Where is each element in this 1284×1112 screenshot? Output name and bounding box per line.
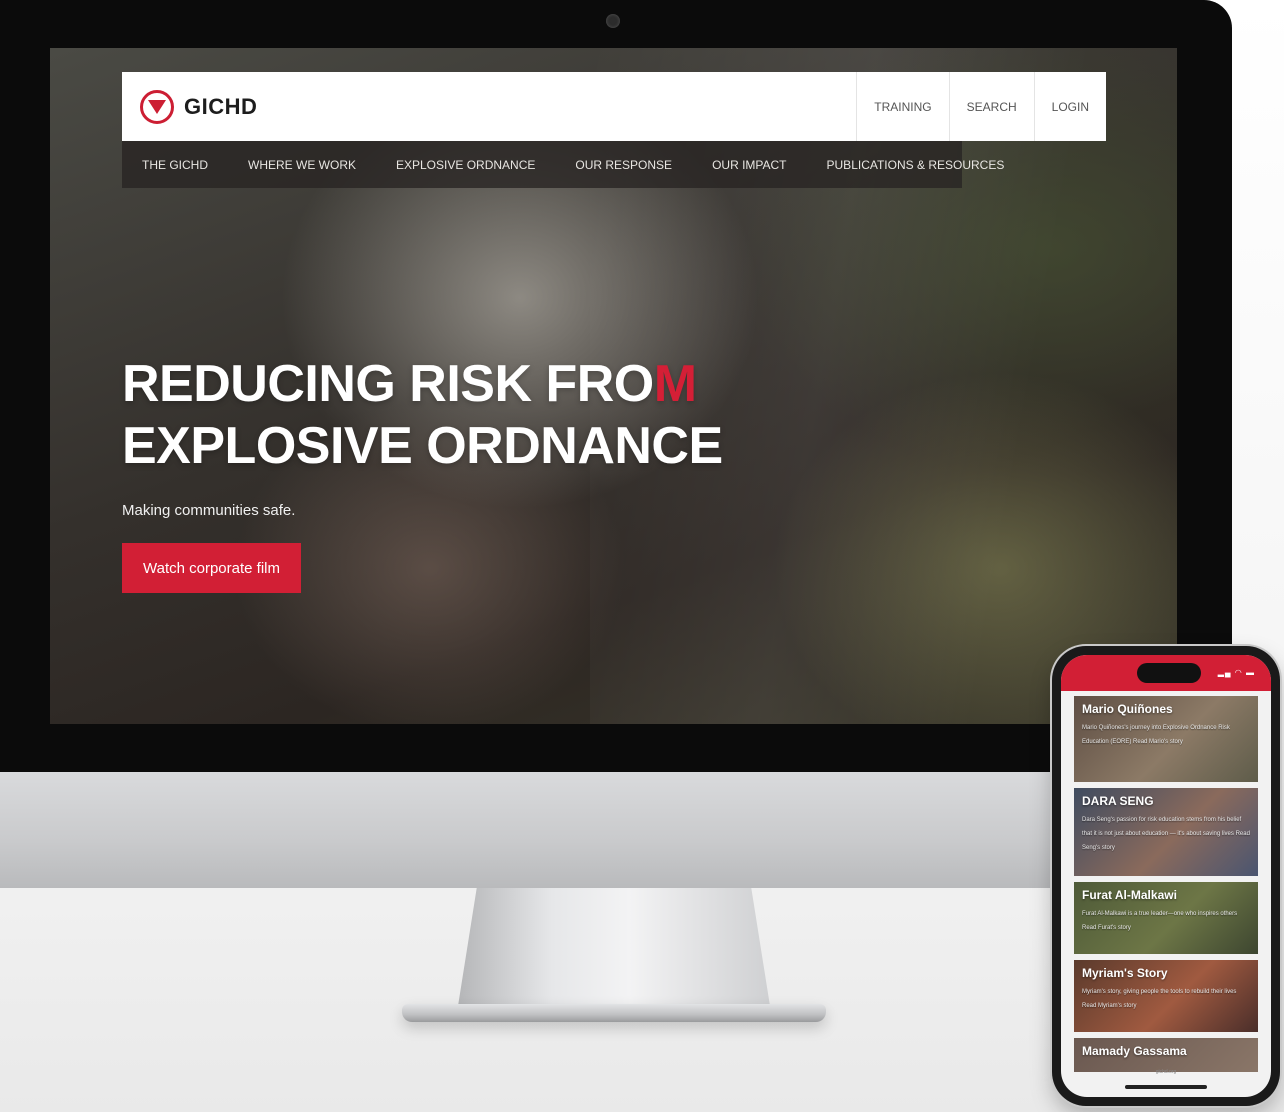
story-card[interactable]: Furat Al-Malkawi Furat Al-Malkawi is a t…: [1074, 882, 1258, 954]
nav-item-the-gichd[interactable]: THE GICHD: [122, 158, 228, 172]
hero-subtitle: Making communities safe.: [122, 502, 296, 519]
story-card[interactable]: DARA SENG Dara Seng's passion for risk e…: [1074, 788, 1258, 876]
imac-stand: [458, 888, 770, 1006]
story-card[interactable]: Mario Quiñones Mario Quiñones's journey …: [1074, 696, 1258, 782]
story-text: Mario Quiñones's journey into Explosive …: [1082, 725, 1230, 745]
watch-film-button[interactable]: Watch corporate film: [122, 543, 301, 593]
nav-item-our-impact[interactable]: OUR IMPACT: [692, 158, 806, 172]
story-text: Furat Al-Malkawi is a true leader—one wh…: [1082, 911, 1238, 931]
hero-title: REDUCING RISK FROM EXPLOSIVE ORDNANCE: [122, 353, 723, 477]
phone-device: ▂▄ ◠ ▬ Mario Quiñones Mario Quiñones's j…: [1052, 646, 1280, 1106]
nav-item-publications-resources[interactable]: PUBLICATIONS & RESOURCES: [807, 158, 1025, 172]
logo-text[interactable]: GICHD: [184, 94, 257, 120]
gichd-logo-icon[interactable]: [140, 89, 174, 124]
phone-url: gichd.org: [1155, 1069, 1177, 1075]
story-card[interactable]: Myriam's Story Myriam's story, giving pe…: [1074, 960, 1258, 1032]
hero-title-line2: EXPLOSIVE ORDNANCE: [122, 417, 723, 475]
hero-title-accent-letter: M: [653, 355, 697, 413]
story-card[interactable]: Mamady Gassama: [1074, 1038, 1258, 1072]
utility-link-login[interactable]: LOGIN: [1033, 72, 1106, 141]
camera-icon: [606, 14, 620, 28]
story-title: DARA SENG: [1082, 794, 1154, 808]
story-text: Dara Seng's passion for risk education s…: [1082, 817, 1250, 851]
nav-item-explosive-ordnance[interactable]: EXPLOSIVE ORDNANCE: [376, 158, 555, 172]
desktop-screen: GICHD TRAINING SEARCH LOGIN THE GICHD WH…: [50, 48, 1177, 724]
imac-stand-base: [402, 1004, 826, 1022]
story-list: Mario Quiñones Mario Quiñones's journey …: [1074, 696, 1258, 1078]
main-nav: THE GICHD WHERE WE WORK EXPLOSIVE ORDNAN…: [122, 141, 1004, 188]
nav-item-where-we-work[interactable]: WHERE WE WORK: [228, 158, 376, 172]
utility-link-search[interactable]: SEARCH: [948, 72, 1034, 141]
signal-wifi-battery-icon: ▂▄ ◠ ▬: [1217, 668, 1255, 677]
site-header: GICHD TRAINING SEARCH LOGIN: [122, 72, 1106, 141]
story-title: Myriam's Story: [1082, 966, 1168, 980]
nav-item-our-response[interactable]: OUR RESPONSE: [555, 158, 692, 172]
story-title: Mamady Gassama: [1082, 1044, 1187, 1058]
phone-screen: ▂▄ ◠ ▬ Mario Quiñones Mario Quiñones's j…: [1061, 655, 1271, 1097]
story-title: Furat Al-Malkawi: [1082, 888, 1177, 902]
imac-chin: [0, 772, 1232, 888]
utility-link-training[interactable]: TRAINING: [856, 72, 948, 141]
story-title: Mario Quiñones: [1082, 702, 1173, 716]
hero-title-line1: REDUCING RISK FRO: [122, 355, 654, 413]
home-indicator[interactable]: [1125, 1085, 1207, 1089]
dynamic-island: [1137, 663, 1201, 683]
phone-status-bar: ▂▄ ◠ ▬: [1061, 655, 1271, 691]
story-text: Myriam's story, giving people the tools …: [1082, 989, 1237, 1009]
utility-nav: TRAINING SEARCH LOGIN: [856, 72, 1106, 141]
